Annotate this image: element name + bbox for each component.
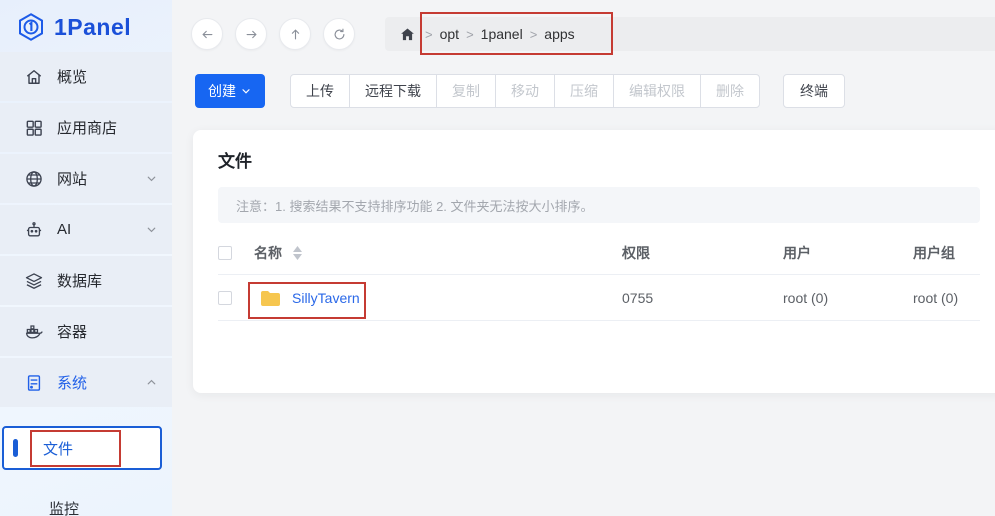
table-row[interactable]: SillyTavern 0755 root (0) root (0) [218, 275, 980, 321]
refresh-icon [332, 27, 347, 42]
create-button[interactable]: 创建 [195, 74, 265, 108]
column-header-usergroup: 用户组 [913, 243, 980, 263]
breadcrumb: > opt > 1panel > apps [385, 17, 995, 51]
sidebar-item-label: 概览 [57, 66, 158, 87]
files-panel: 文件 注意：1. 搜索结果不支持排序功能 2. 文件夹无法按大小排序。 名称 权… [193, 130, 995, 393]
chevron-down-icon [145, 223, 158, 236]
breadcrumb-segment-opt[interactable]: opt [440, 26, 459, 42]
compress-button[interactable]: 压缩 [554, 74, 614, 108]
column-header-permission: 权限 [622, 243, 783, 263]
active-indicator [13, 439, 18, 457]
remote-download-button[interactable]: 远程下载 [349, 74, 437, 108]
grid-icon [24, 118, 44, 138]
select-all-checkbox[interactable] [218, 246, 232, 260]
create-button-label: 创建 [208, 81, 236, 101]
logo-text: 1Panel [54, 14, 131, 41]
sidebar-item-label: 系统 [57, 372, 145, 393]
page-title: 文件 [193, 130, 995, 172]
column-header-user: 用户 [783, 243, 913, 263]
logo-hexagon-icon [16, 12, 46, 42]
sidebar-item-database[interactable]: 数据库 [0, 256, 172, 305]
row-checkbox-cell [218, 291, 254, 305]
sidebar-subitem-label: 文件 [43, 438, 73, 459]
header-name-cell: 名称 [254, 243, 622, 263]
breadcrumb-separator: > [530, 27, 538, 42]
chevron-down-icon [145, 172, 158, 185]
row-checkbox[interactable] [218, 291, 232, 305]
chevron-up-icon [145, 376, 158, 389]
sidebar-item-website[interactable]: 网站 [0, 154, 172, 203]
table-header-row: 名称 权限 用户 用户组 [218, 231, 980, 275]
action-button-group: 上传 远程下载 复制 移动 压缩 编辑权限 删除 [290, 74, 760, 108]
move-button[interactable]: 移动 [495, 74, 555, 108]
docker-icon [24, 322, 44, 342]
home-icon [24, 67, 44, 87]
sidebar: 1Panel 概览 应用商店 [0, 0, 172, 516]
row-name-cell: SillyTavern [254, 290, 622, 306]
forward-button[interactable] [235, 18, 267, 50]
breadcrumb-separator: > [466, 27, 474, 42]
refresh-button[interactable] [323, 18, 355, 50]
app-window: 1Panel 概览 应用商店 [0, 0, 995, 516]
files-table: 名称 权限 用户 用户组 [218, 231, 980, 321]
sidebar-item-label: AI [57, 221, 145, 238]
sidebar-item-monitor[interactable]: 监控 [0, 488, 172, 516]
sort-icon[interactable] [293, 246, 302, 260]
home-icon[interactable] [399, 26, 416, 43]
breadcrumb-separator: > [425, 27, 433, 42]
header-checkbox-cell [218, 246, 254, 260]
sidebar-item-ai[interactable]: AI [0, 205, 172, 254]
up-directory-button[interactable] [279, 18, 311, 50]
delete-button[interactable]: 删除 [700, 74, 760, 108]
column-header-name[interactable]: 名称 [254, 243, 282, 263]
row-user: root (0) [783, 290, 913, 306]
sidebar-item-label: 应用商店 [57, 117, 158, 138]
row-usergroup: root (0) [913, 290, 980, 306]
edit-permission-button[interactable]: 编辑权限 [613, 74, 701, 108]
arrow-up-icon [288, 27, 303, 42]
server-icon [24, 373, 44, 393]
sidebar-subitem-label: 监控 [49, 498, 79, 516]
sidebar-item-files[interactable]: 文件 [2, 426, 162, 470]
breadcrumb-segment-1panel[interactable]: 1panel [481, 26, 523, 42]
sidebar-item-label: 数据库 [57, 270, 158, 291]
globe-icon [24, 169, 44, 189]
sidebar-item-appstore[interactable]: 应用商店 [0, 103, 172, 152]
sidebar-item-label: 容器 [57, 321, 158, 342]
row-permission: 0755 [622, 290, 783, 306]
upload-button[interactable]: 上传 [290, 74, 350, 108]
sidebar-item-system[interactable]: 系统 [0, 358, 172, 407]
breadcrumb-segment-apps[interactable]: apps [544, 26, 574, 42]
copy-button[interactable]: 复制 [436, 74, 496, 108]
file-toolbar: 创建 上传 远程下载 复制 移动 压缩 编辑权限 删除 终端 [195, 74, 845, 108]
chevron-down-icon [240, 85, 252, 97]
robot-icon [24, 220, 44, 240]
layers-icon [24, 271, 44, 291]
folder-icon [260, 290, 280, 306]
sidebar-item-container[interactable]: 容器 [0, 307, 172, 356]
arrow-right-icon [244, 27, 259, 42]
app-logo[interactable]: 1Panel [0, 0, 172, 52]
terminal-button[interactable]: 终端 [783, 74, 845, 108]
sidebar-item-overview[interactable]: 概览 [0, 52, 172, 101]
back-button[interactable] [191, 18, 223, 50]
arrow-left-icon [200, 27, 215, 42]
file-name-link[interactable]: SillyTavern [292, 290, 360, 306]
notice-bar: 注意：1. 搜索结果不支持排序功能 2. 文件夹无法按大小排序。 [218, 187, 980, 223]
sidebar-item-label: 网站 [57, 168, 145, 189]
